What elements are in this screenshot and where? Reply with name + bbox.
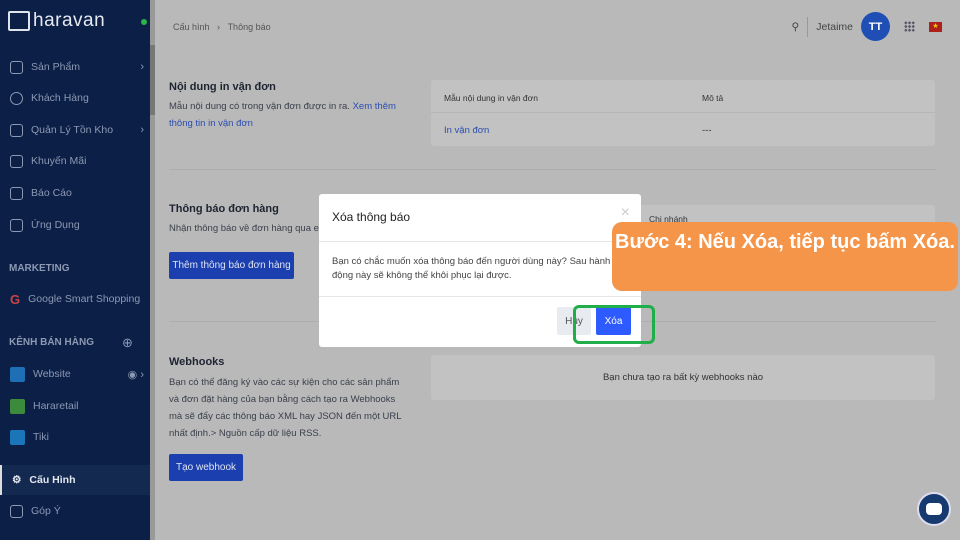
breadcrumb-current: Thông báo bbox=[227, 22, 271, 32]
section-title-channels: KÊNH BÁN HÀNG bbox=[9, 337, 94, 348]
search-icon[interactable]: ⚲ bbox=[792, 21, 800, 33]
sidebar-item-tiki[interactable]: Tiki bbox=[0, 422, 150, 452]
print-template-table: Mẫu nội dung in vận đơn Mô tả In vận đơn… bbox=[431, 80, 935, 146]
divider bbox=[319, 241, 641, 242]
tiki-icon bbox=[10, 429, 25, 445]
divider bbox=[169, 169, 936, 170]
sidebar: haravan Sản Phẩm › Khách Hàng Quản Lý Tồn… bbox=[0, 0, 150, 540]
order-section-desc: Nhận thông báo về đơn hàng qua ema bbox=[169, 223, 329, 234]
apps-icon bbox=[10, 218, 23, 232]
feedback-icon bbox=[10, 504, 23, 518]
header-right: ⚲ Jetaime TT ★ bbox=[792, 12, 960, 41]
label: Khuyến Mãi bbox=[31, 155, 87, 167]
label: Website bbox=[33, 368, 71, 380]
user-icon bbox=[10, 91, 23, 105]
label: Cấu Hình bbox=[29, 474, 76, 486]
sidebar-item-settings[interactable]: ⚙ Cấu Hình bbox=[0, 465, 150, 495]
sidebar-item-feedback[interactable]: Góp Ý bbox=[0, 496, 150, 526]
label: Ứng Dụng bbox=[31, 219, 80, 231]
label: Quản Lý Tồn Kho bbox=[31, 124, 114, 136]
user-name[interactable]: Jetaime bbox=[816, 21, 853, 33]
order-section-title: Thông báo đơn hàng bbox=[169, 203, 279, 215]
google-icon: G bbox=[10, 291, 21, 307]
eye-chevron-icon[interactable]: ◉ › bbox=[128, 368, 144, 381]
brand-name: haravan bbox=[33, 10, 106, 31]
section-title-marketing: MARKETING bbox=[9, 263, 70, 274]
chevron-right-icon: › bbox=[140, 61, 144, 73]
add-channel-icon[interactable]: ⊕ bbox=[122, 335, 133, 351]
create-webhook-button[interactable]: Tạo webhook bbox=[169, 454, 243, 481]
add-order-notification-button[interactable]: Thêm thông báo đơn hàng bbox=[169, 252, 294, 279]
avatar[interactable]: TT bbox=[861, 12, 890, 41]
label: Tiki bbox=[33, 431, 49, 443]
label: Góp Ý bbox=[31, 505, 61, 517]
highlight-box bbox=[573, 305, 655, 344]
hararetail-icon bbox=[10, 398, 25, 414]
vietnam-flag-icon[interactable]: ★ bbox=[929, 21, 942, 32]
breadcrumb-settings[interactable]: Cấu hình bbox=[173, 22, 210, 32]
label: Khách Hàng bbox=[31, 92, 89, 104]
print-section-desc: Mẫu nội dung có trong vận đơn được in ra… bbox=[169, 98, 414, 132]
gear-icon: ⚙ bbox=[12, 474, 22, 486]
dialog-title: Xóa thông báo bbox=[332, 210, 411, 224]
box-icon bbox=[10, 123, 23, 137]
step-callout: Bước 4: Nếu Xóa, tiếp tục bấm Xóa. bbox=[612, 222, 958, 291]
sidebar-item-apps[interactable]: Ứng Dụng bbox=[0, 210, 150, 240]
chart-icon bbox=[10, 186, 23, 200]
gift-icon bbox=[10, 154, 23, 168]
label: Google Smart Shopping bbox=[28, 293, 141, 305]
sidebar-item-hararetail[interactable]: Hararetail bbox=[0, 391, 150, 421]
label: Sản Phẩm bbox=[31, 61, 81, 73]
col-header-template: Mẫu nội dung in vận đơn bbox=[444, 93, 538, 103]
breadcrumb: Cấu hình › Thông báo bbox=[173, 22, 271, 32]
print-section-title: Nội dung in vận đơn bbox=[169, 81, 276, 93]
chat-icon bbox=[926, 503, 942, 515]
bag-icon bbox=[8, 11, 30, 31]
webhooks-title: Webhooks bbox=[169, 356, 225, 368]
sidebar-item-reports[interactable]: Báo Cáo bbox=[0, 178, 150, 208]
breadcrumb-sep: › bbox=[217, 22, 221, 32]
divider bbox=[319, 296, 641, 297]
website-icon bbox=[10, 366, 25, 382]
template-link[interactable]: In vận đơn bbox=[444, 125, 489, 136]
status-dot bbox=[141, 19, 147, 25]
desc-text: Mẫu nội dung có trong vận đơn được in ra… bbox=[169, 101, 350, 112]
chat-button[interactable] bbox=[917, 492, 951, 526]
tag-icon bbox=[10, 60, 23, 74]
divider bbox=[807, 16, 809, 37]
sidebar-scroll-thumb[interactable] bbox=[150, 45, 155, 115]
webhooks-empty: Bạn chưa tạo ra bất kỳ webhooks nào bbox=[431, 355, 935, 400]
sidebar-item-customers[interactable]: Khách Hàng bbox=[0, 83, 150, 113]
sidebar-item-products[interactable]: Sản Phẩm › bbox=[0, 52, 150, 82]
close-icon[interactable]: × bbox=[621, 204, 630, 222]
divider bbox=[431, 112, 935, 113]
brand-logo[interactable]: haravan bbox=[8, 10, 105, 32]
sidebar-item-promotions[interactable]: Khuyến Mãi bbox=[0, 146, 150, 176]
dialog-message: Bạn có chắc muốn xóa thông báo đến người… bbox=[332, 256, 611, 281]
sidebar-item-inventory[interactable]: Quản Lý Tồn Kho › bbox=[0, 115, 150, 145]
sidebar-item-website[interactable]: Website ◉ › bbox=[0, 359, 150, 389]
sidebar-item-google[interactable]: G Google Smart Shopping bbox=[0, 284, 150, 314]
chevron-right-icon: › bbox=[140, 124, 144, 136]
webhooks-desc: Bạn có thể đăng ký vào các sự kiện cho c… bbox=[169, 377, 402, 439]
label: Báo Cáo bbox=[31, 187, 72, 199]
apps-grid-icon[interactable] bbox=[904, 21, 915, 32]
col-header-desc: Mô tả bbox=[702, 93, 724, 103]
template-desc: --- bbox=[702, 125, 712, 136]
label: Hararetail bbox=[33, 400, 79, 412]
